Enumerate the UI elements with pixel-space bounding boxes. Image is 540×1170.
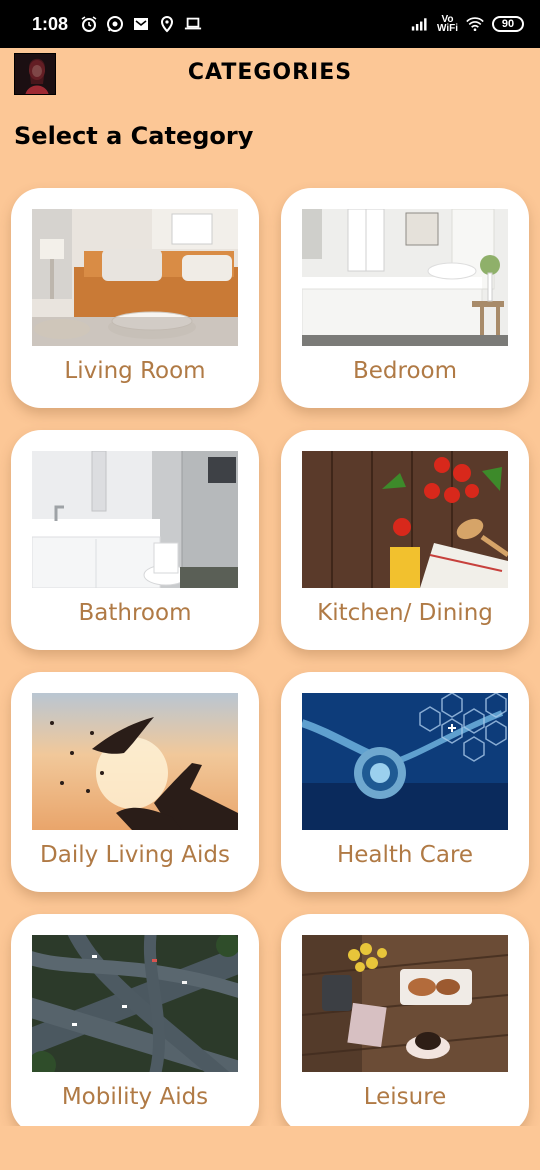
category-card-kitchen-dining[interactable]: Kitchen/ Dining <box>281 430 529 650</box>
laptop-icon <box>184 15 202 33</box>
signal-icon <box>411 15 429 33</box>
category-label: Living Room <box>64 358 206 384</box>
category-label: Daily Living Aids <box>40 842 230 868</box>
whatsapp-icon <box>106 15 124 33</box>
status-time: 1:08 <box>32 13 69 34</box>
category-label: Bathroom <box>78 600 192 626</box>
bathroom-image <box>32 451 238 588</box>
kitchen-image <box>302 451 508 588</box>
category-card-health-care[interactable]: Health Care <box>281 672 529 892</box>
section-title: Select a Category <box>14 122 254 150</box>
health-care-image <box>302 693 508 830</box>
page-title: CATEGORIES <box>187 60 353 85</box>
category-card-bedroom[interactable]: Bedroom <box>281 188 529 408</box>
battery-indicator: 90 <box>492 16 524 32</box>
mobility-aids-image <box>32 935 238 1072</box>
app-header: CATEGORIES <box>0 48 540 100</box>
category-card-mobility-aids[interactable]: Mobility Aids <box>11 914 259 1134</box>
bottom-bar <box>0 1126 540 1170</box>
daily-living-aids-image <box>32 693 238 830</box>
category-card-bathroom[interactable]: Bathroom <box>11 430 259 650</box>
category-label: Kitchen/ Dining <box>317 600 493 626</box>
category-label: Mobility Aids <box>61 1084 209 1110</box>
volte-indicator: Vo WiFi <box>436 14 458 34</box>
wifi-icon <box>466 15 484 33</box>
living-room-image <box>32 209 238 346</box>
location-icon <box>158 15 176 33</box>
bedroom-image <box>302 209 508 346</box>
category-label: Leisure <box>363 1084 447 1110</box>
category-card-leisure[interactable]: Leisure <box>281 914 529 1134</box>
category-label: Health Care <box>336 842 474 868</box>
status-bar: 1:08 Vo WiFi 90 <box>0 0 540 48</box>
category-label: Bedroom <box>352 358 458 384</box>
category-card-daily-living-aids[interactable]: Daily Living Aids <box>11 672 259 892</box>
mail-icon <box>132 15 150 33</box>
leisure-image <box>302 935 508 1072</box>
alarm-icon <box>80 15 98 33</box>
category-card-living-room[interactable]: Living Room <box>11 188 259 408</box>
